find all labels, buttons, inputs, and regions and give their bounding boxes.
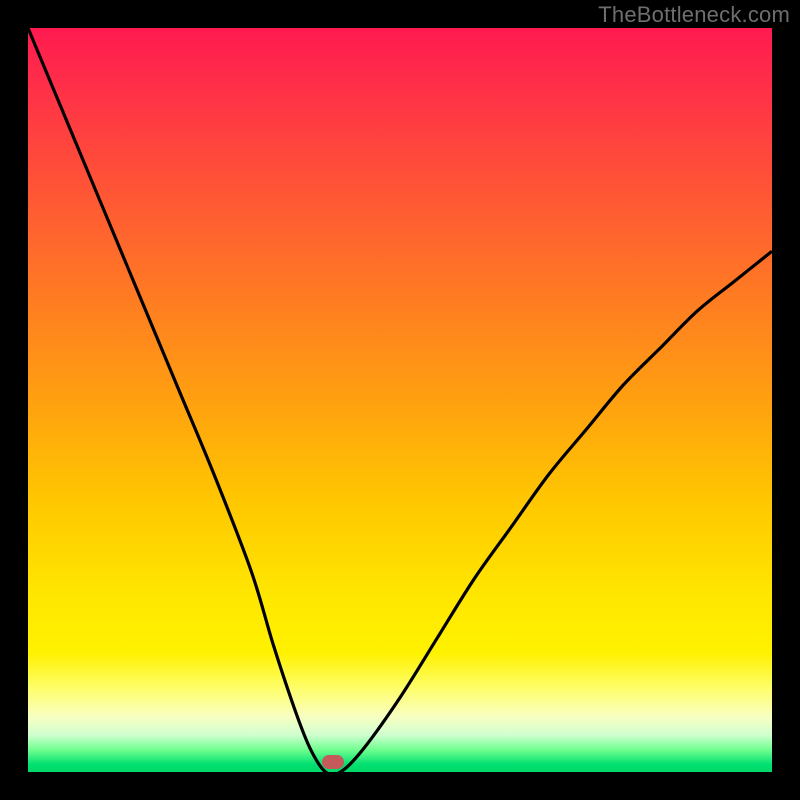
bottleneck-curve-path [28, 28, 772, 772]
bottleneck-curve [28, 28, 772, 772]
optimal-point-marker [322, 755, 344, 769]
watermark-text: TheBottleneck.com [598, 2, 790, 28]
chart-frame: TheBottleneck.com [0, 0, 800, 800]
plot-area [28, 28, 772, 772]
